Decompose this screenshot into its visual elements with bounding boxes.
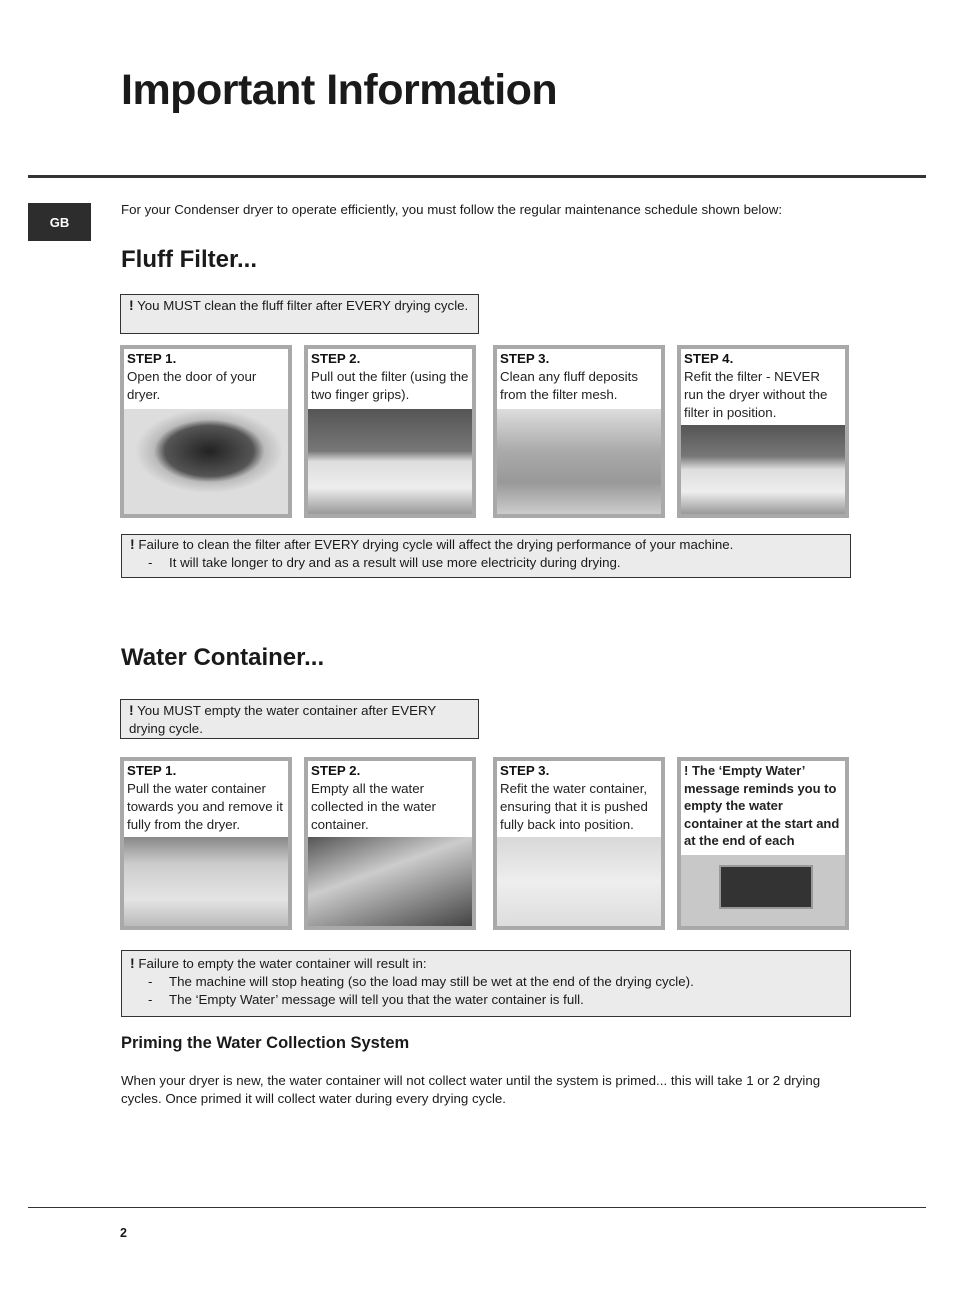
dryer-door-photo	[124, 409, 288, 514]
step-text: Refit the water container, ensuring that…	[500, 781, 648, 832]
step-text: Pull out the filter (using the two finge…	[311, 369, 469, 402]
fluff-step-2: STEP 2. Pull out the filter (using the tw…	[304, 345, 476, 518]
fluff-step-1: STEP 1. Open the door of your dryer.	[120, 345, 292, 518]
item-text: The machine will stop heating (so the lo…	[169, 974, 694, 989]
step-label: STEP 3.	[500, 351, 550, 366]
fluff-step-3: STEP 3. Clean any fluff deposits from the…	[493, 345, 665, 518]
note-text: You MUST clean the fluff filter after EV…	[133, 298, 469, 313]
dash: -	[148, 555, 153, 570]
step-label: STEP 1.	[127, 763, 177, 778]
water-heading: Water Container...	[121, 644, 325, 671]
container-photo	[124, 837, 288, 926]
divider	[28, 175, 926, 178]
emptying-photo	[308, 837, 472, 926]
reminder-text: The ‘Empty Water’ message reminds you to…	[684, 763, 840, 866]
note-text: You MUST empty the water container after…	[129, 703, 436, 736]
priming-text: When your dryer is new, the water contai…	[121, 1073, 821, 1106]
control-panel-photo	[681, 855, 845, 926]
empty-water-reminder: ! The ‘Empty Water’ message reminds you …	[677, 757, 849, 930]
step-text: Refit the filter - NEVER run the dryer w…	[684, 369, 828, 420]
water-must-note: ! You MUST empty the water container aft…	[120, 699, 479, 739]
step-label: STEP 3.	[500, 763, 550, 778]
manual-page: Important Information GB For your Conden…	[0, 0, 954, 1316]
step-label: STEP 2.	[311, 351, 361, 366]
water-step-2: STEP 2. Empty all the water collected in …	[304, 757, 476, 930]
item-text: It will take longer to dry and as a resu…	[169, 555, 621, 570]
warning-text: Failure to clean the filter after EVERY …	[134, 537, 734, 552]
divider	[28, 1207, 926, 1208]
step-label: STEP 2.	[311, 763, 361, 778]
step-text: Open the door of your dryer.	[127, 369, 257, 402]
display-icon	[719, 865, 813, 909]
warning-text: Failure to empty the water container wil…	[134, 956, 427, 971]
dash: -	[148, 992, 153, 1007]
water-step-3: STEP 3. Refit the water container, ensuri…	[493, 757, 665, 930]
step-text: Clean any fluff deposits from the filter…	[500, 369, 638, 402]
fluff-warning: ! Failure to clean the filter after EVER…	[121, 534, 851, 578]
fluff-heading: Fluff Filter...	[121, 246, 257, 273]
warning-item: - The machine will stop heating (so the l…	[130, 973, 842, 991]
step-text: Pull the water container towards you and…	[127, 781, 283, 832]
priming-heading: Priming the Water Collection System	[121, 1034, 410, 1052]
filter-photo	[308, 409, 472, 514]
warning-item: - It will take longer to dry and as a res…	[130, 554, 842, 572]
filter-refit-photo	[681, 425, 845, 514]
item-text: The ‘Empty Water’ message will tell you …	[169, 992, 584, 1007]
page-title: Important Information	[121, 66, 558, 114]
fluff-must-note: ! You MUST clean the fluff filter after …	[120, 294, 479, 334]
warning-item: - The ‘Empty Water’ message will tell you…	[130, 991, 842, 1009]
water-step-1: STEP 1. Pull the water container towards …	[120, 757, 292, 930]
intro-text: For your Condenser dryer to operate effi…	[121, 202, 783, 217]
water-warning: ! Failure to empty the water container w…	[121, 950, 851, 1017]
page-number: 2	[120, 1226, 127, 1240]
language-badge: GB	[28, 203, 91, 241]
dash: -	[148, 974, 153, 989]
step-label: STEP 4.	[684, 351, 734, 366]
filter-mesh-photo	[497, 409, 661, 514]
dryer-front-photo	[497, 837, 661, 926]
step-text: Empty all the water collected in the wat…	[311, 781, 436, 832]
fluff-step-4: STEP 4. Refit the filter - NEVER run the …	[677, 345, 849, 518]
step-label: STEP 1.	[127, 351, 177, 366]
